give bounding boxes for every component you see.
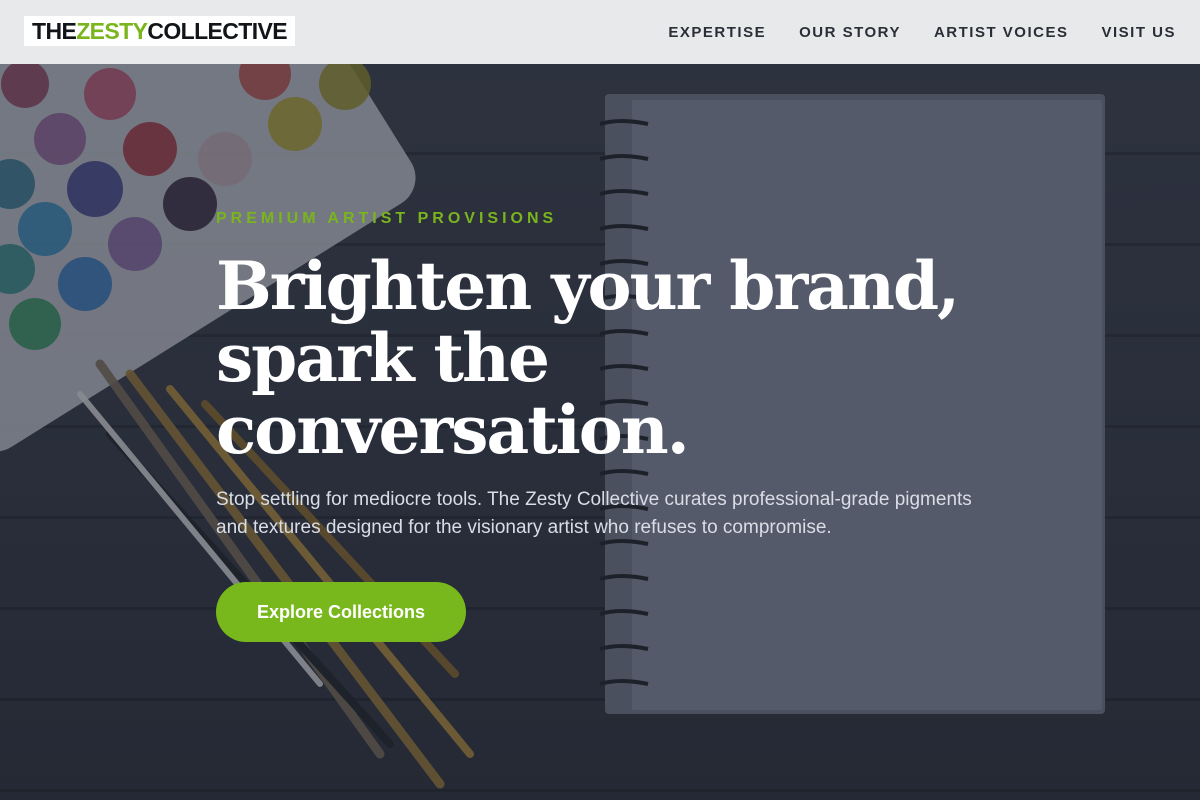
hero-section: PREMIUM ARTIST PROVISIONS Brighten your … [0,64,1200,800]
hero-description: Stop settling for mediocre tools. The Ze… [216,489,972,538]
site-header: THE ZESTY COLLECTIVE EXPERTISE OUR STORY… [0,0,1200,64]
logo-text-collective: COLLECTIVE [147,17,287,44]
nav-link-our-story[interactable]: OUR STORY [799,24,901,41]
nav-link-expertise[interactable]: EXPERTISE [668,24,766,41]
nav-link-visit-us[interactable]: VISIT US [1101,24,1176,41]
hero-headline: Brighten your brand, spark the conversat… [216,247,960,469]
hero-eyebrow: PREMIUM ARTIST PROVISIONS [216,210,558,227]
logo-text-the: THE [32,17,77,44]
logo-text-zesty: ZESTY [76,17,148,44]
brand-logo[interactable]: THE ZESTY COLLECTIVE [24,16,295,46]
nav-link-artist-voices[interactable]: ARTIST VOICES [934,24,1069,41]
explore-collections-button[interactable]: Explore Collections [216,582,466,642]
hero-content: PREMIUM ARTIST PROVISIONS Brighten your … [216,210,1016,642]
main-nav: EXPERTISE OUR STORY ARTIST VOICES VISIT … [668,24,1176,41]
